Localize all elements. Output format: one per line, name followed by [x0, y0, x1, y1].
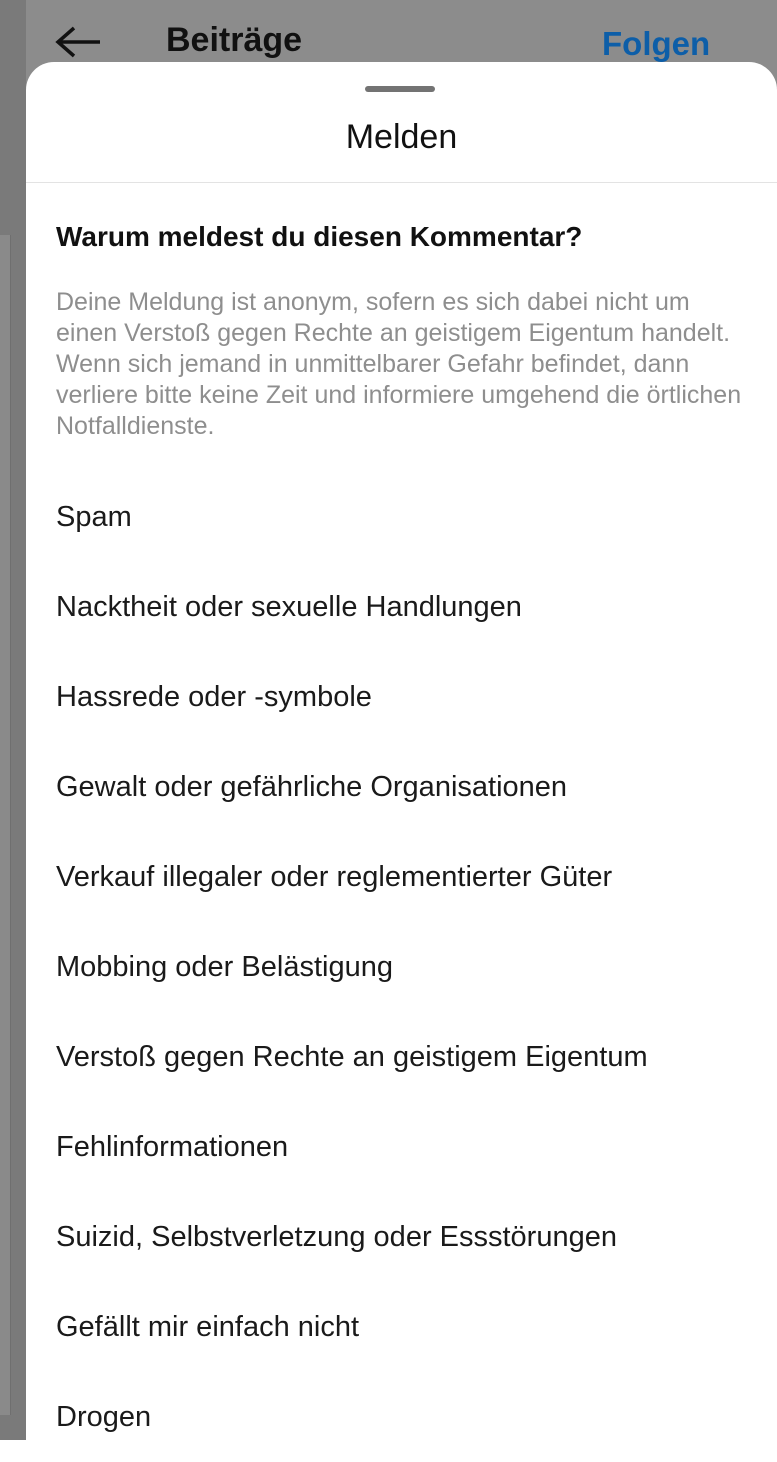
report-sheet: Melden Warum meldest du diesen Kommentar…: [26, 62, 777, 1440]
reason-self-harm[interactable]: Suizid, Selbstverletzung oder Essstörung…: [26, 1192, 777, 1282]
back-arrow-icon[interactable]: [54, 22, 102, 62]
page-title: Beiträge: [166, 21, 303, 59]
reason-spam[interactable]: Spam: [26, 472, 777, 562]
reason-misinformation[interactable]: Fehlinformationen: [26, 1102, 777, 1192]
follow-button[interactable]: Folgen: [602, 22, 710, 66]
reason-illegal-goods[interactable]: Verkauf illegaler oder reglementierter G…: [26, 832, 777, 922]
divider: [26, 182, 777, 183]
report-description: Deine Meldung ist anonym, sofern es sich…: [56, 288, 742, 440]
reason-nudity[interactable]: Nacktheit oder sexuelle Handlungen: [26, 562, 777, 652]
report-question: Warum meldest du diesen Kommentar?: [56, 221, 583, 252]
sheet-title: Melden: [345, 118, 458, 156]
reason-hate-speech[interactable]: Hassrede oder -symbole: [26, 652, 777, 742]
background-card: [0, 235, 11, 1415]
reason-bullying[interactable]: Mobbing oder Belästigung: [26, 922, 777, 1012]
reason-dont-like[interactable]: Gefällt mir einfach nicht: [26, 1282, 777, 1372]
reason-intellectual-property[interactable]: Verstoß gegen Rechte an geistigem Eigent…: [26, 1012, 777, 1102]
reason-violence[interactable]: Gewalt oder gefährliche Organisationen: [26, 742, 777, 832]
reason-drugs[interactable]: Drogen: [26, 1372, 777, 1462]
drag-handle[interactable]: [365, 86, 435, 92]
reason-list: Spam Nacktheit oder sexuelle Handlungen …: [26, 472, 777, 1462]
